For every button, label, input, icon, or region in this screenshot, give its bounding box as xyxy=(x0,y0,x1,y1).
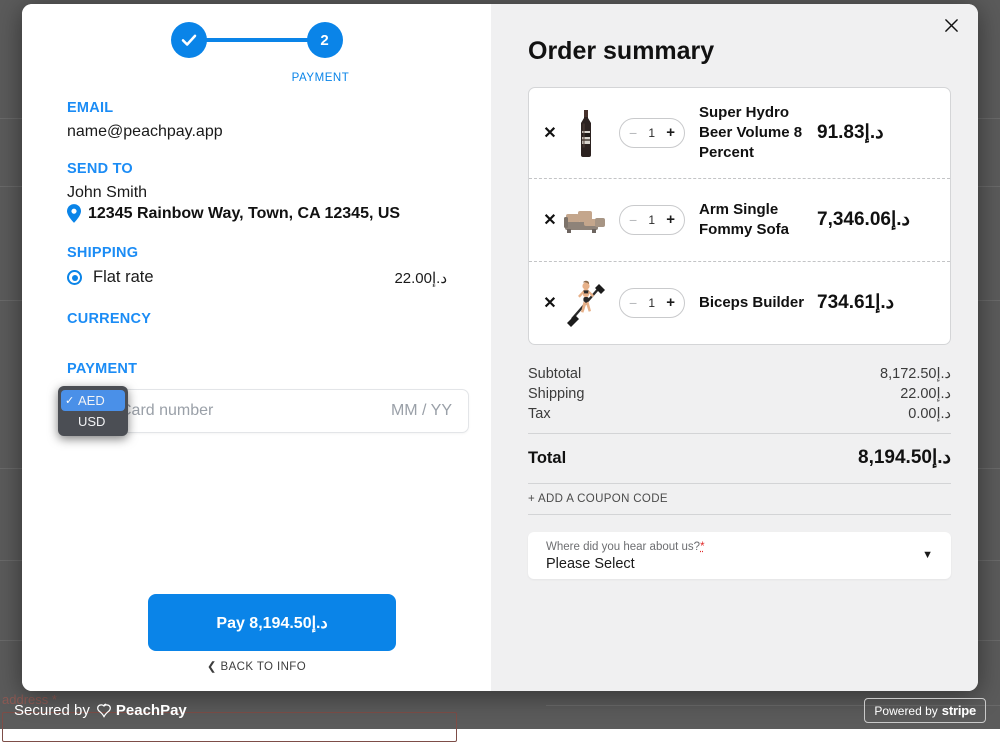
quantity-increase-button[interactable]: + xyxy=(666,212,675,227)
subtotal-label: Subtotal xyxy=(528,366,581,382)
item-price: 91.83د.إ xyxy=(817,121,884,144)
currency-option-usd[interactable]: ✓ USD xyxy=(61,411,125,432)
item-name: Super Hydro Beer Volume 8 Percent xyxy=(699,103,817,163)
pay-button[interactable]: Pay 8,194.50د.إ xyxy=(148,594,396,651)
currency-option-label: USD xyxy=(78,414,105,429)
quantity-stepper[interactable]: − 1 + xyxy=(619,118,685,148)
send-to-heading: SEND TO xyxy=(67,161,469,177)
check-icon: ✓ xyxy=(65,394,78,407)
form-body: EMAIL name@peachpay.app SEND TO John Smi… xyxy=(67,100,469,433)
shipping-option-price: 22.00د.إ xyxy=(394,269,469,287)
remove-item-button[interactable]: ✕ xyxy=(537,293,563,313)
close-button[interactable] xyxy=(938,12,964,38)
shipping-value: 22.00د.إ xyxy=(900,386,951,402)
table-row: ✕ − 1 + Super Hydro Beer V xyxy=(529,88,950,178)
shipping-address: 12345 Rainbow Way, Town, CA 12345, US xyxy=(67,204,469,223)
currency-heading: CURRENCY xyxy=(67,311,469,327)
step-1-complete[interactable] xyxy=(171,22,207,58)
referral-label-text: Where did you hear about us? xyxy=(546,541,700,553)
payment-heading: PAYMENT xyxy=(67,361,469,377)
recipient-name: John Smith xyxy=(67,184,469,202)
card-expiry-input[interactable]: MM / YY xyxy=(391,402,452,420)
order-totals: Subtotal 8,172.50د.إ Shipping 22.00د.إ T… xyxy=(528,364,951,469)
table-row: ✕ − 1 + xyxy=(529,178,950,261)
required-asterisk: * xyxy=(700,541,704,553)
order-summary-pane: Order summary ✕ − 1 xyxy=(491,4,978,691)
chevron-down-icon[interactable]: ▼ xyxy=(922,549,933,561)
beer-bottle-thumb xyxy=(563,107,609,159)
quantity-stepper[interactable]: − 1 + xyxy=(619,288,685,318)
grand-total-label: Total xyxy=(528,449,566,468)
step-current-label: PAYMENT xyxy=(22,72,491,84)
shipping-radio-flat-rate[interactable] xyxy=(67,270,82,285)
item-name: Arm Single Fommy Sofa xyxy=(699,200,817,240)
peachpay-logo: PeachPay xyxy=(96,702,187,719)
shipping-label: Shipping xyxy=(528,386,584,402)
fitness-figure-icon xyxy=(566,279,606,327)
check-icon xyxy=(180,31,198,49)
subtotal-row: Subtotal 8,172.50د.إ xyxy=(528,364,951,384)
quantity-increase-button[interactable]: + xyxy=(666,125,675,140)
currency-dropdown-popup[interactable]: ✓ AED ✓ USD xyxy=(58,386,128,436)
stripe-badge: Powered by stripe xyxy=(864,698,986,723)
shipping-row: Shipping 22.00د.إ xyxy=(528,384,951,404)
page-title: Order summary xyxy=(528,37,951,66)
quantity-decrease-button[interactable]: − xyxy=(629,213,637,227)
tax-label: Tax xyxy=(528,406,551,422)
item-price: 734.61د.إ xyxy=(817,291,894,314)
quantity-value: 1 xyxy=(648,126,655,140)
quantity-stepper[interactable]: − 1 + xyxy=(619,205,685,235)
address-text: 12345 Rainbow Way, Town, CA 12345, US xyxy=(88,205,400,223)
referral-label: Where did you hear about us?* xyxy=(546,541,705,553)
beer-bottle-icon xyxy=(577,109,595,157)
step-indicator: 2 xyxy=(22,22,491,58)
footer-bar: Secured by PeachPay Powered by stripe xyxy=(0,692,1000,729)
fitness-thumb xyxy=(563,277,609,329)
step-2-number: 2 xyxy=(320,32,328,49)
shipping-heading: SHIPPING xyxy=(67,245,469,261)
quantity-value: 1 xyxy=(648,213,655,227)
table-row: ✕ xyxy=(529,261,950,344)
secured-by-group: Secured by PeachPay xyxy=(14,702,187,719)
peach-icon xyxy=(96,703,112,719)
quantity-decrease-button[interactable]: − xyxy=(629,296,637,310)
item-name: Biceps Builder xyxy=(699,293,817,313)
referral-source-select[interactable]: Where did you hear about us?* Please Sel… xyxy=(528,532,951,579)
card-number-input[interactable]: Card number xyxy=(120,402,391,420)
stripe-prefix: Powered by xyxy=(874,704,937,718)
quantity-increase-button[interactable]: + xyxy=(666,295,675,310)
step-connector xyxy=(206,38,308,42)
currency-option-aed[interactable]: ✓ AED xyxy=(61,390,125,411)
email-heading: EMAIL xyxy=(67,100,469,116)
remove-item-button[interactable]: ✕ xyxy=(537,210,563,230)
remove-item-button[interactable]: ✕ xyxy=(537,123,563,143)
email-value: name@peachpay.app xyxy=(67,123,469,141)
currency-option-label: AED xyxy=(78,393,105,408)
add-coupon-link[interactable]: + ADD A COUPON CODE xyxy=(528,483,951,515)
shipping-option-label: Flat rate xyxy=(93,268,154,287)
sofa-thumb xyxy=(563,194,609,246)
quantity-value: 1 xyxy=(648,296,655,310)
step-2-current[interactable]: 2 xyxy=(307,22,343,58)
shipping-option-row[interactable]: Flat rate 22.00د.إ xyxy=(67,268,469,287)
order-items-card: ✕ − 1 + Super Hydro Beer V xyxy=(528,87,951,345)
close-icon xyxy=(944,18,959,33)
item-price: 7,346.06د.إ xyxy=(817,208,910,231)
location-pin-icon xyxy=(67,204,81,223)
secured-by-label: Secured by xyxy=(14,702,90,719)
subtotal-value: 8,172.50د.إ xyxy=(880,366,951,382)
tax-row: Tax 0.00د.إ xyxy=(528,404,951,424)
peachpay-wordmark: PeachPay xyxy=(116,702,187,719)
checkout-modal: 2 PAYMENT EMAIL name@peachpay.app SEND T… xyxy=(22,4,978,691)
back-to-info-link[interactable]: ❮ BACK TO INFO xyxy=(22,659,491,673)
referral-selected-value: Please Select xyxy=(546,555,922,574)
tax-value: 0.00د.إ xyxy=(908,406,951,422)
grand-total-value: 8,194.50د.إ xyxy=(858,446,951,469)
quantity-decrease-button[interactable]: − xyxy=(629,126,637,140)
sofa-icon xyxy=(564,205,608,235)
grand-total-row: Total 8,194.50د.إ xyxy=(528,433,951,469)
stripe-wordmark: stripe xyxy=(942,703,976,718)
form-pane: 2 PAYMENT EMAIL name@peachpay.app SEND T… xyxy=(22,4,491,691)
referral-text-group: Where did you hear about us?* Please Sel… xyxy=(546,537,922,574)
